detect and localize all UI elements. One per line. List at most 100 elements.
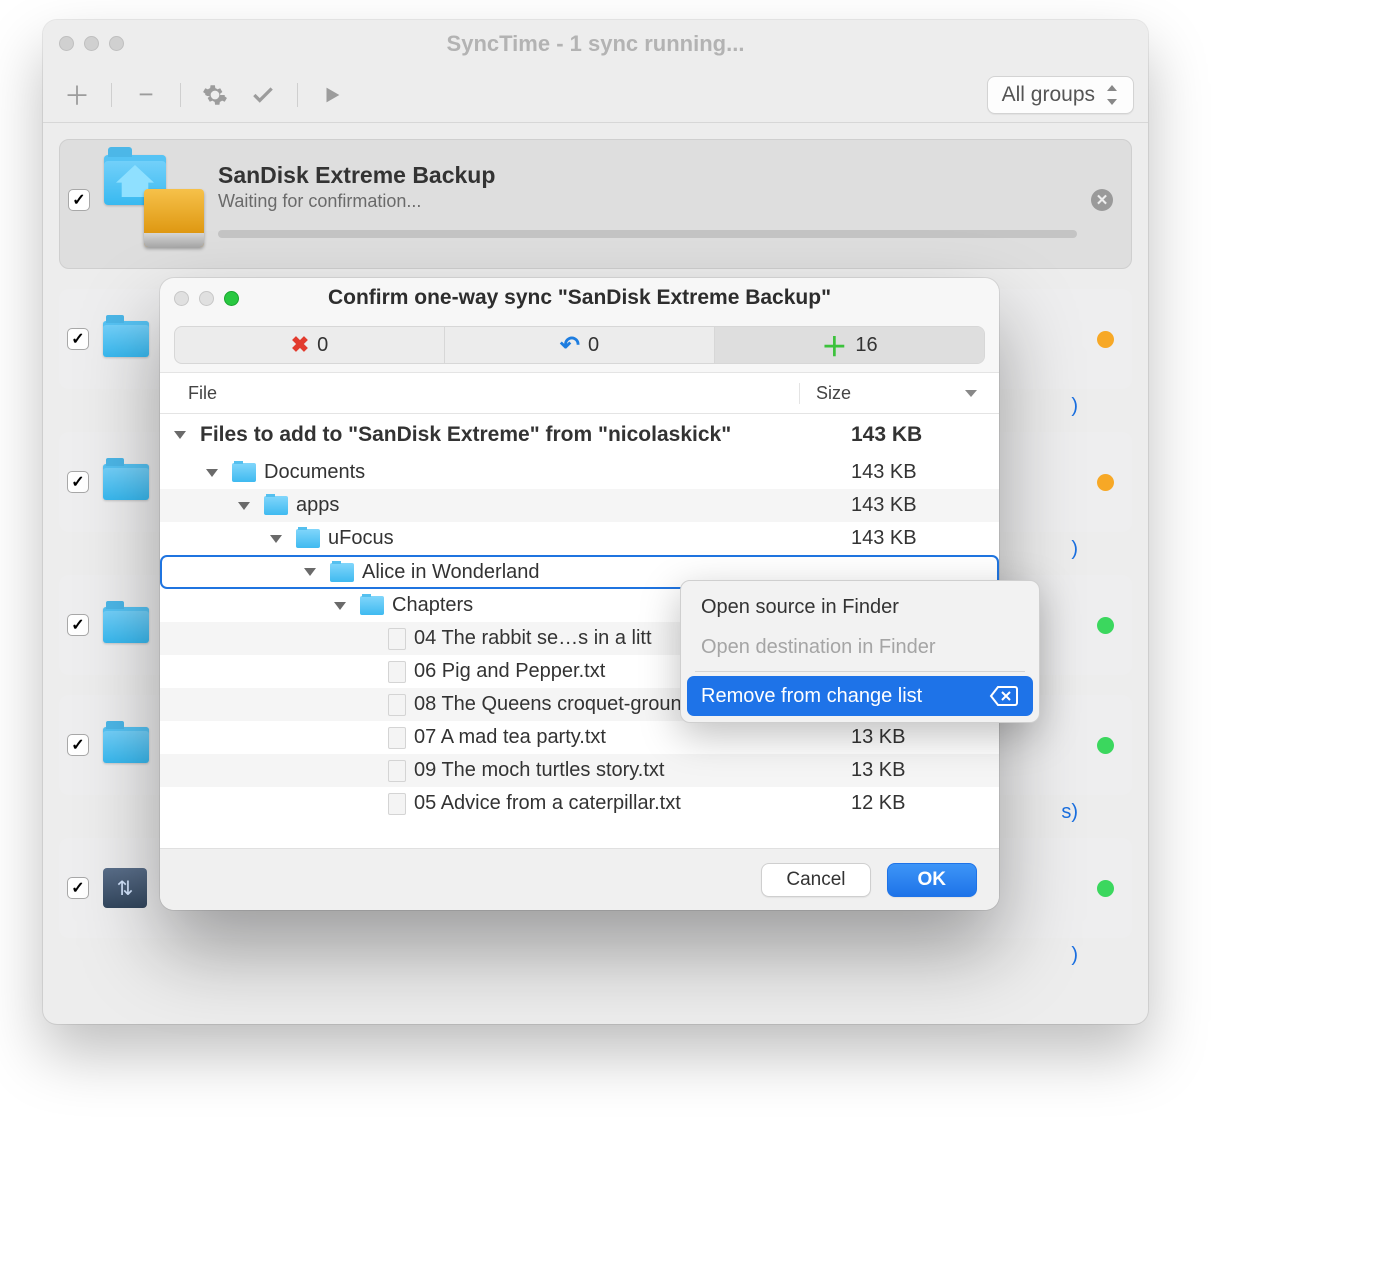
file-name: apps [296, 494, 339, 517]
disclosure-icon[interactable] [174, 431, 186, 439]
window-title: SyncTime - 1 sync running... [43, 31, 1148, 57]
segment-revert[interactable]: ↶ 0 [445, 327, 715, 363]
gear-icon [202, 82, 228, 108]
file-size: 12 KB [851, 792, 981, 815]
status-dot-orange [1097, 331, 1114, 348]
sync-checkbox[interactable]: ✓ [67, 877, 89, 899]
folder-icon [296, 529, 320, 548]
delete-key-icon [989, 685, 1019, 707]
menu-open-source[interactable]: Open source in Finder [687, 587, 1033, 627]
file-size: 13 KB [851, 759, 981, 782]
toolbar: ＋ − All groups [43, 67, 1148, 123]
file-size: 13 KB [851, 726, 981, 749]
file-icon [388, 727, 406, 749]
disclosure-icon[interactable] [270, 535, 282, 543]
sync-icon [104, 155, 204, 245]
run-button[interactable] [312, 75, 352, 115]
segment-add[interactable]: ＋ 16 [715, 327, 984, 363]
sync-checkbox[interactable]: ✓ [67, 471, 89, 493]
file-name: Chapters [392, 594, 473, 617]
remove-icon: ✖ [291, 332, 309, 358]
folder-icon [103, 607, 149, 643]
context-menu: Open source in Finder Open destination i… [680, 580, 1040, 723]
file-icon [388, 793, 406, 815]
file-name: 06 Pig and Pepper.txt [414, 660, 605, 683]
table-header: File Size [160, 372, 999, 414]
status-dot-green [1097, 880, 1114, 897]
file-icon [388, 694, 406, 716]
status-dot-green [1097, 737, 1114, 754]
cancel-sync-button[interactable]: ✕ [1091, 189, 1113, 211]
disclosure-icon[interactable] [206, 469, 218, 477]
file-row[interactable]: 05 Advice from a caterpillar.txt 12 KB [160, 787, 999, 820]
toolbar-separator [111, 83, 112, 107]
toolbar-separator [297, 83, 298, 107]
column-file[interactable]: File [160, 383, 799, 404]
file-row[interactable]: uFocus143 KB [160, 522, 999, 555]
sync-row-running[interactable]: ✓ SanDisk Extreme Backup Waiting for con… [59, 139, 1132, 269]
changes-segmented-control: ✖ 0 ↶ 0 ＋ 16 [174, 326, 985, 364]
app-icon: ⇅ [103, 868, 147, 908]
settings-button[interactable] [195, 75, 235, 115]
file-row[interactable]: Documents 143 KB [160, 456, 999, 489]
sync-title: SanDisk Extreme Backup [218, 162, 1077, 189]
groups-label: All groups [1002, 83, 1095, 107]
summary-label: Files to add to "SanDisk Extreme" from "… [200, 423, 731, 447]
file-row[interactable]: 09 The moch turtles story.txt13 KB [160, 754, 999, 787]
summary-row[interactable]: Files to add to "SanDisk Extreme" from "… [160, 414, 999, 456]
sync-checkbox[interactable]: ✓ [67, 328, 89, 350]
file-name: 08 The Queens croquet-ground.txt [414, 693, 719, 716]
status-dot-green [1097, 617, 1114, 634]
dialog-title: Confirm one-way sync "SanDisk Extreme Ba… [160, 286, 999, 310]
segment-remove[interactable]: ✖ 0 [175, 327, 445, 363]
file-name: 04 The rabbit se…s in a litt [414, 627, 652, 650]
sync-checkbox[interactable]: ✓ [67, 734, 89, 756]
row-fragment: ) [59, 944, 1132, 967]
menu-separator [695, 671, 1025, 672]
sync-checkbox[interactable]: ✓ [68, 189, 90, 211]
column-size[interactable]: Size [799, 383, 999, 404]
titlebar: SyncTime - 1 sync running... [43, 20, 1148, 67]
folder-icon [103, 727, 149, 763]
file-size: 143 KB [851, 494, 981, 517]
cancel-button[interactable]: Cancel [761, 863, 870, 897]
file-size: 143 KB [851, 527, 981, 550]
folder-icon [330, 563, 354, 582]
remove-button[interactable]: − [126, 75, 166, 115]
file-name: Documents [264, 461, 365, 484]
ok-button[interactable]: OK [887, 863, 978, 897]
file-name: Alice in Wonderland [362, 561, 540, 584]
file-row[interactable]: 07 A mad tea party.txt 13 KB [160, 721, 999, 754]
add-count: 16 [855, 334, 877, 357]
disclosure-icon[interactable] [304, 568, 316, 576]
disclosure-icon[interactable] [238, 502, 250, 510]
progress-bar [218, 230, 1077, 238]
folder-icon [360, 596, 384, 615]
sync-info: SanDisk Extreme Backup Waiting for confi… [218, 162, 1077, 238]
disclosure-icon[interactable] [334, 602, 346, 610]
add-icon: ＋ [821, 327, 847, 364]
summary-size: 143 KB [851, 423, 981, 447]
file-name: 05 Advice from a caterpillar.txt [414, 792, 681, 815]
file-size: 143 KB [851, 461, 981, 484]
revert-count: 0 [588, 334, 599, 357]
dialog-titlebar: Confirm one-way sync "SanDisk Extreme Ba… [160, 278, 999, 318]
confirm-button[interactable] [243, 75, 283, 115]
play-icon [321, 84, 343, 106]
remove-count: 0 [317, 334, 328, 357]
folder-icon [232, 463, 256, 482]
file-name: 07 A mad tea party.txt [414, 726, 606, 749]
folder-icon [103, 321, 149, 357]
groups-dropdown[interactable]: All groups [987, 76, 1134, 114]
add-button[interactable]: ＋ [57, 75, 97, 115]
file-row[interactable]: apps 143 KB [160, 489, 999, 522]
toolbar-separator [180, 83, 181, 107]
file-icon [388, 661, 406, 683]
check-icon [250, 82, 276, 108]
sync-checkbox[interactable]: ✓ [67, 614, 89, 636]
status-dot-orange [1097, 474, 1114, 491]
dialog-footer: Cancel OK [160, 848, 999, 910]
revert-icon: ↶ [560, 331, 580, 360]
folder-icon [264, 496, 288, 515]
menu-remove-from-list[interactable]: Remove from change list [687, 676, 1033, 716]
